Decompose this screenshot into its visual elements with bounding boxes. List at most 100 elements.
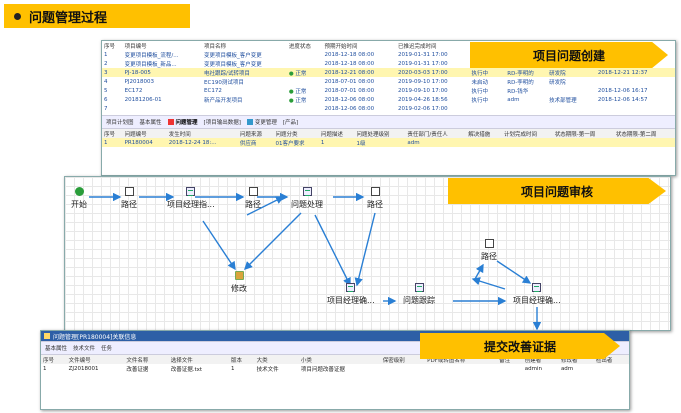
tab-0[interactable]: 项目计划图 — [106, 118, 134, 126]
column-header: 序号 — [104, 131, 116, 138]
table-cell — [470, 104, 506, 113]
column-header: 问题处理级别 — [356, 131, 390, 138]
table-cell: 新产品开发项目 — [204, 97, 243, 104]
column-header: 预期开始时间 — [324, 43, 358, 50]
column-header: 序号 — [104, 43, 116, 50]
table-cell — [501, 138, 553, 147]
table-row[interactable]: 1 PR180004 2018-12-24 18:... 供应商 01客户要求 1 1级 ad… — [102, 138, 675, 147]
table-cell — [596, 104, 670, 113]
start-icon — [74, 187, 84, 196]
node-track-label: 问题跟踪 — [403, 296, 435, 305]
table-cell — [425, 364, 497, 373]
node-track[interactable]: 问题跟踪 — [403, 283, 435, 306]
table-cell: 电社跟踪/试转项目 — [202, 68, 287, 77]
table-cell: 执行中 — [469, 68, 506, 77]
table-cell: 2019-04-26 18:56 — [398, 96, 448, 103]
node-fix[interactable]: 修改 — [231, 271, 247, 294]
table-row[interactable]: 7 2018-12-06 08:00 2019-02-06 17:00 — [102, 104, 675, 113]
node-pm-assign[interactable]: 项目经理指... — [167, 187, 215, 210]
problem-table: 序号 问题编号 发生时间 问题来源 问题分类 问题描述 问题处理级别 责任部门/责任人 解决措施… — [102, 129, 675, 147]
table-cell — [287, 104, 323, 113]
tab-1[interactable]: 技术文件 — [73, 344, 95, 352]
tab-1[interactable]: 基本属性 — [140, 118, 162, 126]
table-cell: 1 — [230, 365, 235, 372]
table-cell: 2 — [104, 60, 108, 67]
table-row[interactable]: 4 PJ2018003 EC190测试项目 2018-07-01 08:00 2019-… — [102, 77, 675, 86]
table-cell: 2020-03-03 17:00 — [396, 68, 470, 77]
node-path-2[interactable]: 路径 — [245, 187, 261, 210]
table-cell: 1 — [318, 138, 355, 147]
table-cell: 2018-12-18 08:00 — [324, 60, 375, 67]
node-start[interactable]: 开始 — [71, 187, 87, 210]
table-cell: 20181206-01 — [124, 96, 162, 103]
table-cell — [669, 59, 675, 68]
node-pm-confirm-1[interactable]: 项目经理确... — [327, 283, 375, 306]
column-header: 已推迟完成时间 — [398, 43, 437, 50]
tab-icon — [246, 119, 253, 125]
column-header: 进度状态 — [288, 43, 311, 50]
table-cell: 2018-12-21 08:00 — [322, 68, 397, 77]
column-header: 保密级别 — [382, 357, 405, 364]
table-cell: PJ2018003 — [124, 78, 155, 85]
node-pm-confirm-2[interactable]: 项目经理确... — [513, 283, 561, 306]
column-header: 状态期限-第一周 — [554, 131, 596, 138]
tab-5[interactable]: [产品] — [283, 118, 298, 126]
table-cell: 变更项目模板_新品... — [124, 61, 177, 68]
node-handle[interactable]: 问题处理 — [291, 187, 323, 210]
table-cell: 研发院 — [547, 68, 591, 77]
node-path-3[interactable]: 路径 — [367, 187, 383, 210]
project-detail-tabs: 项目计划图 基本属性 问题管理 [项目输出数据] 变更管理 [产品] — [102, 115, 675, 129]
table-cell: 项目问题改善证据 — [300, 366, 345, 373]
tab-label: 任务 — [101, 346, 113, 352]
node-path-1[interactable]: 路径 — [121, 187, 137, 210]
column-header: 项目编号 — [124, 43, 147, 50]
column-header: 问题分类 — [275, 131, 298, 138]
table-cell: 2018-12-06 14:57 — [597, 96, 648, 103]
table-row[interactable]: 6 20181206-01 新产品开发项目 ● 正常 2018-12-06 08:00 2… — [102, 95, 675, 104]
column-header — [669, 41, 675, 50]
column-header: 计划完成时间 — [503, 131, 537, 138]
tab-4[interactable]: 变更管理 — [246, 118, 277, 126]
task-icon — [532, 283, 542, 292]
related-info-title: 问题管理[PR180004]关联信息 — [53, 333, 137, 341]
table-row[interactable]: 5 EC172 EC172 ● 正常 2018-07-01 08:00 2019-09-1… — [102, 86, 675, 95]
table-cell — [669, 50, 675, 59]
column-header: 文件编号 — [68, 357, 91, 364]
banner-review: 项目问题审核 — [448, 178, 666, 204]
tab-0[interactable]: 基本属性 — [45, 344, 67, 352]
column-header: 序号 — [43, 357, 55, 364]
table-cell: adm — [405, 138, 467, 147]
table-cell: 技术部管理 — [549, 97, 577, 104]
table-cell: 2019-01-31 17:00 — [398, 51, 448, 58]
status-text: 正常 — [295, 70, 307, 77]
table-cell: ZJ2018001 — [68, 365, 99, 372]
table-cell: EC172 — [124, 87, 143, 94]
tab-label: 技术文件 — [73, 346, 96, 352]
window-icon — [44, 333, 50, 339]
table-cell: EC172 — [204, 87, 222, 94]
tab-3[interactable]: [项目输出数据] — [204, 118, 241, 126]
tab-2[interactable]: 任务 — [101, 344, 112, 352]
table-cell: 执行中 — [471, 97, 489, 104]
table-cell: 供应商 — [237, 138, 274, 147]
table-cell: RD-李明的 — [505, 68, 548, 77]
node-path-4[interactable]: 路径 — [481, 239, 497, 262]
table-cell — [594, 364, 629, 373]
table-cell: 改善证据.txt — [170, 366, 203, 373]
table-cell: adm — [560, 365, 574, 372]
status-text: 正常 — [295, 97, 307, 104]
table-row[interactable]: 3 PJ-18-005 电社跟踪/试转项目 ● 正常 2018-12-21 08:00 2… — [102, 68, 675, 77]
table-cell: 2019-02-06 17:00 — [398, 105, 448, 112]
column-header: 问题来源 — [239, 131, 262, 138]
banner-submit: 提交改善证据 — [420, 333, 620, 359]
tab-2[interactable]: 问题管理 — [167, 118, 198, 126]
table-row[interactable]: 1 ZJ2018001 改善证据 改善证据.txt 1 技术文件 项目问题改善证据 admin… — [41, 364, 629, 373]
table-cell — [613, 138, 675, 147]
table-cell — [552, 138, 614, 147]
table-cell: 1 — [104, 51, 108, 58]
column-header: 发生时间 — [168, 131, 191, 138]
table-cell: 4 — [104, 78, 108, 85]
table-cell — [669, 68, 675, 77]
table-cell — [381, 364, 425, 373]
section-title: 问题管理过程 — [29, 10, 108, 26]
